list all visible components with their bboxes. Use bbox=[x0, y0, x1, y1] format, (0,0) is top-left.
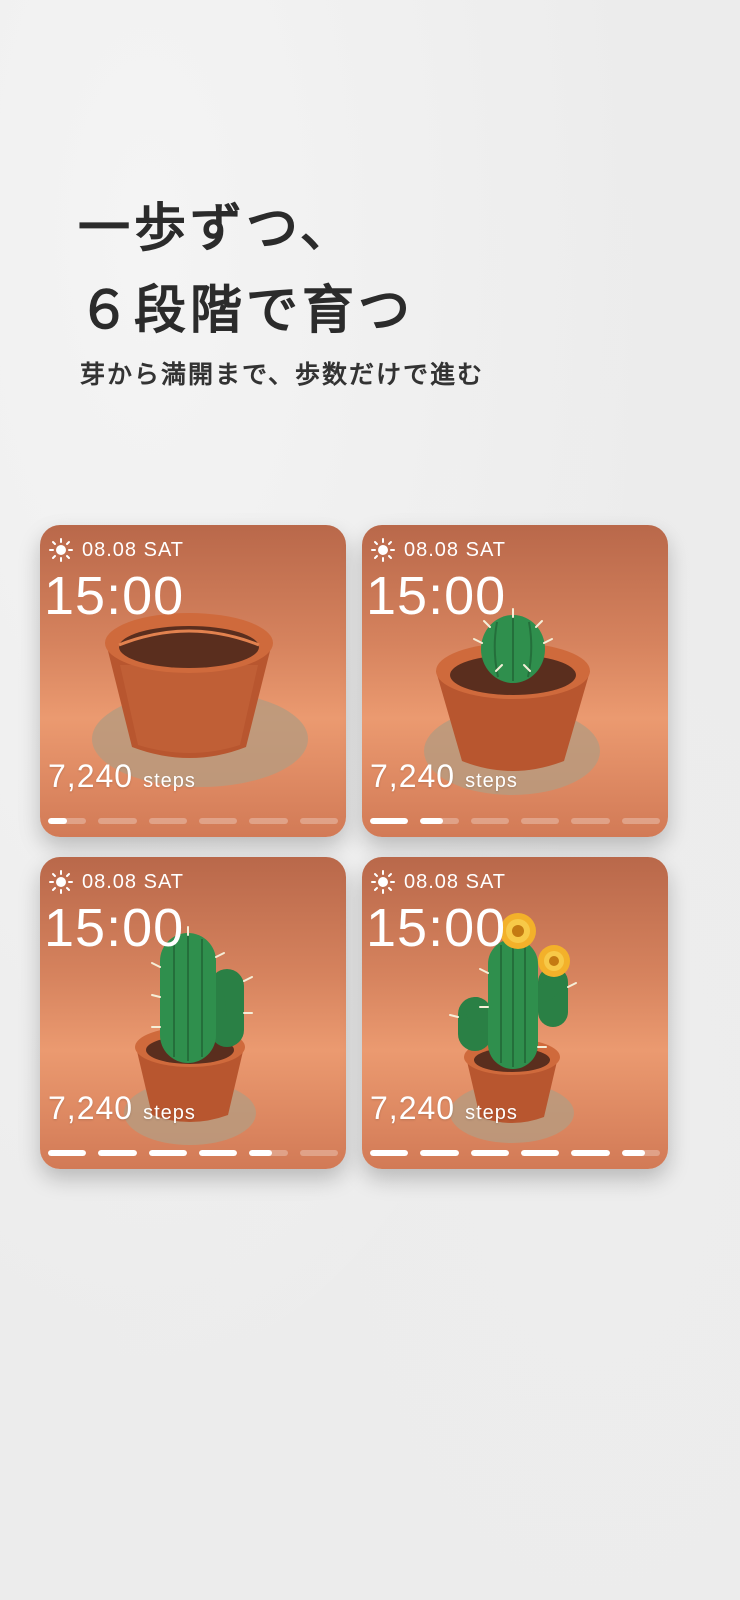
stage-progress bbox=[370, 1150, 660, 1157]
progress-segment-fill bbox=[621, 1150, 645, 1156]
progress-segment bbox=[98, 1150, 137, 1156]
progress-segment-fill bbox=[198, 1150, 238, 1156]
progress-segment-fill bbox=[148, 1150, 187, 1156]
time-text: 15:00 bbox=[366, 898, 507, 958]
progress-segment-fill bbox=[370, 1150, 409, 1156]
progress-segment-fill bbox=[420, 818, 444, 824]
time-text: 15:00 bbox=[366, 566, 507, 626]
progress-segment bbox=[249, 1150, 288, 1156]
progress-segment bbox=[571, 1150, 610, 1156]
progress-segment bbox=[198, 818, 238, 824]
progress-segment-fill bbox=[571, 1150, 610, 1156]
progress-segment-fill bbox=[48, 818, 68, 824]
progress-segment-fill bbox=[249, 1150, 273, 1156]
progress-segment bbox=[299, 1150, 338, 1156]
steps-count: 7,240 bbox=[370, 1090, 456, 1126]
progress-segment bbox=[148, 818, 187, 824]
stage-card-3: 08.08 SAT 15:00 7,240 steps bbox=[40, 857, 346, 1169]
progress-segment-fill bbox=[420, 1150, 459, 1156]
stage-progress bbox=[48, 1150, 338, 1157]
progress-segment bbox=[98, 818, 137, 824]
stage-card-4: 08.08 SAT 15:00 7,240 steps bbox=[362, 857, 668, 1169]
progress-segment-fill bbox=[520, 1150, 560, 1156]
progress-segment bbox=[520, 1150, 560, 1156]
progress-segment bbox=[198, 1150, 238, 1156]
progress-segment bbox=[370, 818, 409, 824]
steps-count: 7,240 bbox=[370, 758, 456, 794]
steps-readout: 7,240 steps bbox=[48, 1090, 196, 1127]
time-text: 15:00 bbox=[44, 566, 185, 626]
stage-progress bbox=[48, 818, 338, 825]
stage-card-2: 08.08 SAT 15:00 7,240 steps bbox=[362, 525, 668, 837]
progress-segment-fill bbox=[370, 818, 409, 824]
progress-segment bbox=[470, 1150, 509, 1156]
progress-segment bbox=[249, 818, 288, 824]
progress-segment bbox=[420, 818, 459, 824]
progress-segment bbox=[48, 1150, 87, 1156]
steps-count: 7,240 bbox=[48, 758, 134, 794]
subheadline: 芽から満開まで、歩数だけで進む bbox=[80, 360, 485, 389]
headline: 一歩ずつ、 ６段階で育つ bbox=[78, 188, 414, 352]
headline-line-2: ６段階で育つ bbox=[78, 281, 415, 341]
progress-segment bbox=[520, 818, 560, 824]
steps-unit: steps bbox=[465, 770, 518, 792]
growth-stages-grid: 08.08 SAT 15:00 7,240 steps 08.08 SAT 15… bbox=[40, 525, 668, 1171]
progress-segment-fill bbox=[470, 1150, 509, 1156]
progress-segment bbox=[48, 818, 87, 824]
steps-unit: steps bbox=[143, 770, 196, 792]
progress-segment bbox=[621, 818, 660, 824]
progress-segment bbox=[571, 818, 610, 824]
progress-segment bbox=[370, 1150, 409, 1156]
time-text: 15:00 bbox=[44, 898, 185, 958]
progress-segment bbox=[470, 818, 509, 824]
steps-unit: steps bbox=[465, 1102, 518, 1124]
steps-readout: 7,240 steps bbox=[370, 758, 518, 795]
progress-segment bbox=[621, 1150, 660, 1156]
stage-progress bbox=[370, 818, 660, 825]
steps-count: 7,240 bbox=[48, 1090, 134, 1126]
progress-segment bbox=[148, 1150, 187, 1156]
flower-side-icon bbox=[538, 945, 570, 977]
progress-segment-fill bbox=[48, 1150, 87, 1156]
stage-card-1: 08.08 SAT 15:00 7,240 steps bbox=[40, 525, 346, 837]
progress-segment bbox=[299, 818, 338, 824]
headline-line-1: 一歩ずつ、 bbox=[78, 199, 356, 259]
steps-unit: steps bbox=[143, 1102, 196, 1124]
progress-segment bbox=[420, 1150, 459, 1156]
steps-readout: 7,240 steps bbox=[370, 1090, 518, 1127]
progress-segment-fill bbox=[98, 1150, 137, 1156]
steps-readout: 7,240 steps bbox=[48, 758, 196, 795]
